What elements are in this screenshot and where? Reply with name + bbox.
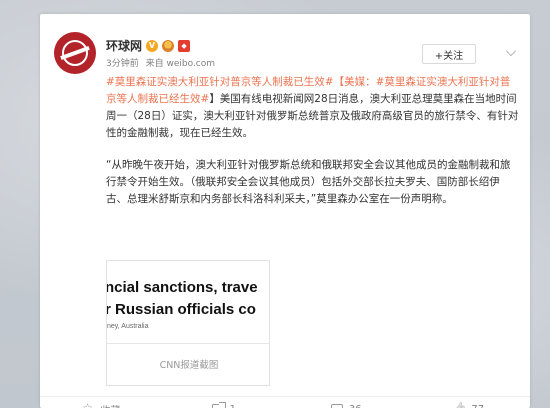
chevron-down-icon[interactable] bbox=[506, 46, 516, 56]
comment-count: 36 bbox=[349, 404, 362, 408]
divider bbox=[107, 343, 269, 344]
comment-icon bbox=[330, 404, 343, 408]
star-icon bbox=[82, 401, 94, 408]
favorite-button[interactable]: 收藏 bbox=[40, 401, 163, 408]
action-bar: 收藏 1 36 77 bbox=[40, 396, 530, 408]
screenshot-image: ncial sanctions, trave r Russian officia… bbox=[107, 279, 269, 343]
image-text-line-1: ncial sanctions, trave bbox=[107, 279, 258, 296]
verified-icon: V bbox=[146, 39, 159, 52]
post-image[interactable]: ncial sanctions, trave r Russian officia… bbox=[106, 260, 270, 386]
follow-button[interactable]: +关注 bbox=[422, 44, 476, 64]
favorite-label: 收藏 bbox=[100, 402, 120, 408]
post-source[interactable]: 来自 weibo.com bbox=[146, 59, 215, 69]
repost-count: 1 bbox=[230, 404, 236, 408]
topic-tag[interactable]: #莫里森证实澳大利亚针对普京等人制裁已生效# bbox=[106, 76, 334, 88]
image-caption: CNN报道截图 bbox=[159, 360, 219, 371]
comment-button[interactable]: 36 bbox=[285, 404, 408, 408]
weibo-post-card: 环球网 V ◆ 3分钟前 来自 weibo.com +关注 #莫里森证实澳大利亚… bbox=[40, 14, 530, 408]
paragraph-2: “从昨晚午夜开始，澳大利亚针对俄罗斯总统和俄联邦安全会议其他成员的金融制裁和旅行… bbox=[106, 159, 511, 205]
post-meta: 3分钟前 来自 weibo.com bbox=[106, 56, 219, 69]
globe-icon bbox=[62, 40, 88, 66]
like-button[interactable]: 77 bbox=[408, 404, 531, 408]
member-medal-icon[interactable] bbox=[162, 39, 175, 52]
paragraph-1: #莫里森证实澳大利亚针对普京等人制裁已生效#【美媒：#莫里森证实澳大利亚针对普京… bbox=[106, 74, 520, 142]
like-count: 77 bbox=[471, 404, 484, 408]
avatar[interactable] bbox=[54, 32, 96, 74]
post-header: 环球网 V ◆ bbox=[106, 37, 191, 54]
repost-button[interactable]: 1 bbox=[163, 402, 286, 408]
badge-icon[interactable]: ◆ bbox=[178, 39, 191, 52]
account-name[interactable]: 环球网 bbox=[106, 37, 142, 54]
post-body: #莫里森证实澳大利亚针对普京等人制裁已生效#【美媒：#莫里森证实澳大利亚针对普京… bbox=[106, 74, 520, 223]
image-text-line-3: ney, Australia bbox=[107, 323, 149, 330]
thumbs-up-icon bbox=[453, 404, 465, 408]
post-time[interactable]: 3分钟前 bbox=[106, 59, 139, 69]
image-text-line-2: r Russian officials co bbox=[107, 301, 256, 318]
repost-icon bbox=[211, 402, 226, 408]
